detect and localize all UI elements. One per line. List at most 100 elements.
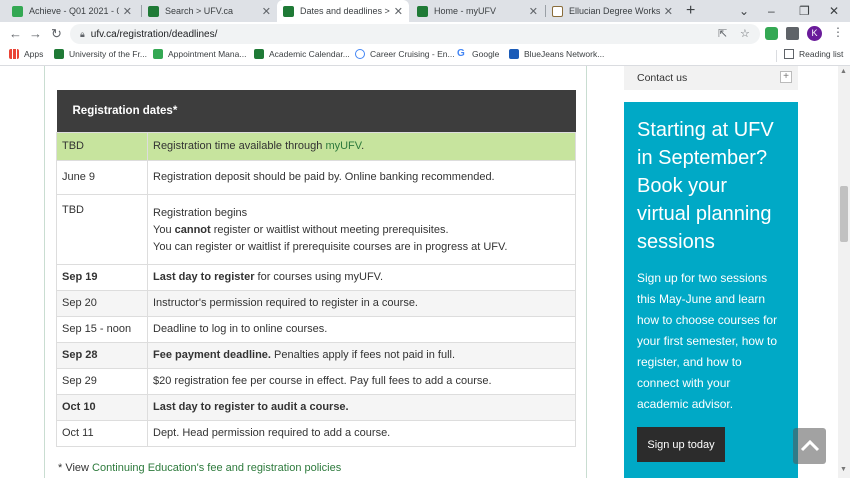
row-description: Fee payment deadline. Penalties apply if… xyxy=(147,341,576,369)
continuing-education-link[interactable]: Continuing Education's fee and registrat… xyxy=(92,462,341,474)
bookmark-ufv[interactable]: University of the Fr... xyxy=(54,49,147,59)
url-text: ufv.ca/registration/deadlines/ xyxy=(90,28,218,40)
ellucian-icon xyxy=(552,5,563,17)
bookmark-bluejeans[interactable]: BlueJeans Network... xyxy=(509,49,604,59)
description-line: You can register or waitlist if prerequi… xyxy=(153,241,508,253)
table-row: Sep 15 - noon Deadline to log in to onli… xyxy=(56,315,576,343)
contact-us-accordion[interactable]: Contact us + xyxy=(624,66,798,90)
table-row: Sep 28 Fee payment deadline. Penalties a… xyxy=(56,341,576,369)
close-icon[interactable]: ✕ xyxy=(664,5,673,18)
reload-icon[interactable]: ↻ xyxy=(51,26,62,42)
restore-icon[interactable]: ❐ xyxy=(799,2,810,20)
row-description: Registration time available through myUF… xyxy=(147,131,576,161)
row-date: Oct 10 xyxy=(56,393,148,421)
emphasis-text: Last day to register xyxy=(153,270,255,283)
row-date: Sep 15 - noon xyxy=(56,315,148,343)
extension-green-icon[interactable] xyxy=(765,27,778,40)
row-description: Registration begins You cannot register o… xyxy=(147,193,576,265)
tab-achieve[interactable]: Achieve - Q01 2021 - 010 ✕ xyxy=(6,0,138,22)
new-tab-icon[interactable]: + xyxy=(686,2,695,20)
row-description: Dept. Head permission required to add a … xyxy=(147,419,576,447)
bookmark-appointment[interactable]: Appointment Mana... xyxy=(153,49,246,59)
tab-label: Home - myUFV xyxy=(434,6,497,16)
tab-strip: Achieve - Q01 2021 - 010 ✕ Search > UFV.… xyxy=(0,0,850,22)
bookmark-apps[interactable]: Apps xyxy=(9,49,43,59)
bookmark-academic-calendar[interactable]: Academic Calendar... xyxy=(254,49,350,59)
bookmark-star-icon[interactable]: ☆ xyxy=(740,27,750,40)
address-bar[interactable]: 🔒︎ ufv.ca/registration/deadlines/ ⇱ ☆ xyxy=(70,24,760,44)
bluejeans-icon xyxy=(509,49,519,59)
table-row: Oct 11 Dept. Head permission required to… xyxy=(56,419,576,447)
close-icon[interactable]: ✕ xyxy=(262,5,271,18)
bookmark-google[interactable]: G Google xyxy=(457,48,499,60)
promo-body: Sign up for two sessions this May-June a… xyxy=(637,271,778,411)
minimize-icon[interactable]: – xyxy=(768,2,775,20)
emphasis-text: Fee payment deadline. xyxy=(153,348,271,361)
scroll-up-icon[interactable]: ▲ xyxy=(840,68,847,75)
table-body: TBD Registration time available through … xyxy=(56,131,576,447)
tab-label: Achieve - Q01 2021 - 010 xyxy=(29,6,119,16)
row-description: Last day to register to audit a course. xyxy=(147,393,576,421)
forward-icon[interactable]: → xyxy=(29,26,42,42)
table-row: Sep 20 Instructor's permission required … xyxy=(56,289,576,317)
sign-up-button[interactable]: Sign up today xyxy=(637,427,725,462)
promo-title: Starting at UFV in September? Book your … xyxy=(637,119,774,253)
ufv-leaf-icon xyxy=(54,49,64,59)
table-row: TBD Registration begins You cannot regist… xyxy=(56,193,576,265)
content-border-right xyxy=(586,66,587,478)
table-row: TBD Registration time available through … xyxy=(56,131,576,161)
tab-search-icon[interactable]: ⌄ xyxy=(739,2,749,20)
menu-icon[interactable]: ⋮ xyxy=(832,25,844,39)
back-to-top-button[interactable] xyxy=(793,428,826,464)
google-icon: G xyxy=(457,48,465,59)
content-border-left xyxy=(44,66,45,478)
green-square-icon xyxy=(153,49,163,59)
ufv-leaf-icon xyxy=(417,5,428,17)
scrollbar-thumb[interactable] xyxy=(840,186,848,242)
avatar[interactable]: K xyxy=(807,26,822,41)
row-description: Instructor's permission required to regi… xyxy=(147,289,576,317)
chevron-up-icon xyxy=(800,440,819,452)
ufv-leaf-icon xyxy=(254,49,264,59)
table-row: Oct 10 Last day to register to audit a c… xyxy=(56,393,576,421)
tab-degree-works[interactable]: Ellucian Degree Works - U ✕ xyxy=(546,0,679,22)
footnote: * View Continuing Education's fee and re… xyxy=(58,462,341,474)
tab-dates-deadlines[interactable]: Dates and deadlines > Re ✕ xyxy=(277,0,409,22)
bookmark-career-cruising[interactable]: Career Cruising - En... xyxy=(355,49,455,59)
open-in-app-icon[interactable]: ⇱ xyxy=(718,27,727,40)
green-square-icon xyxy=(12,5,23,17)
page-content: Registration dates* TBD Registration tim… xyxy=(0,66,838,478)
row-description: Registration deposit should be paid by. … xyxy=(147,159,576,195)
reading-list[interactable]: Reading list xyxy=(784,49,843,59)
lock-icon[interactable]: 🔒︎ xyxy=(80,29,85,40)
myufv-link[interactable]: myUFV xyxy=(325,140,361,152)
emphasis-text: cannot xyxy=(174,224,211,236)
description-line: Registration begins xyxy=(153,207,248,219)
emphasis-text: Last day to register to audit a course. xyxy=(153,400,349,413)
table-title: Registration dates* xyxy=(56,90,576,132)
table-row: Sep 19 Last day to register for courses … xyxy=(56,263,576,291)
window-close-icon[interactable]: ✕ xyxy=(829,2,839,20)
page-scrollbar[interactable]: ▲ ▼ xyxy=(838,66,850,478)
close-icon[interactable]: ✕ xyxy=(529,5,538,18)
row-description: $20 registration fee per course in effec… xyxy=(147,367,576,395)
tab-label: Search > UFV.ca xyxy=(165,6,233,16)
scroll-down-icon[interactable]: ▼ xyxy=(840,466,847,473)
contact-us-label: Contact us xyxy=(637,72,688,84)
description-line: You cannot register or waitlist without … xyxy=(153,224,449,236)
bookmarks-bar: Apps University of the Fr... Appointment… xyxy=(0,46,850,66)
reading-list-icon xyxy=(784,49,794,59)
table-row: Sep 29 $20 registration fee per course i… xyxy=(56,367,576,395)
tab-home-myufv[interactable]: Home - myUFV ✕ xyxy=(411,0,544,22)
row-date: Sep 19 xyxy=(56,263,148,291)
row-description: Deadline to log in to online courses. xyxy=(147,315,576,343)
tab-label: Dates and deadlines > Re xyxy=(300,6,390,16)
row-date: Oct 11 xyxy=(56,419,148,447)
tab-search-ufv[interactable]: Search > UFV.ca ✕ xyxy=(142,0,277,22)
ufv-leaf-icon xyxy=(148,5,159,17)
expand-plus-icon[interactable]: + xyxy=(780,71,792,83)
extensions-puzzle-icon[interactable] xyxy=(786,27,799,40)
close-icon[interactable]: ✕ xyxy=(123,5,132,18)
back-icon[interactable]: ← xyxy=(9,26,22,42)
close-icon[interactable]: ✕ xyxy=(394,5,403,18)
